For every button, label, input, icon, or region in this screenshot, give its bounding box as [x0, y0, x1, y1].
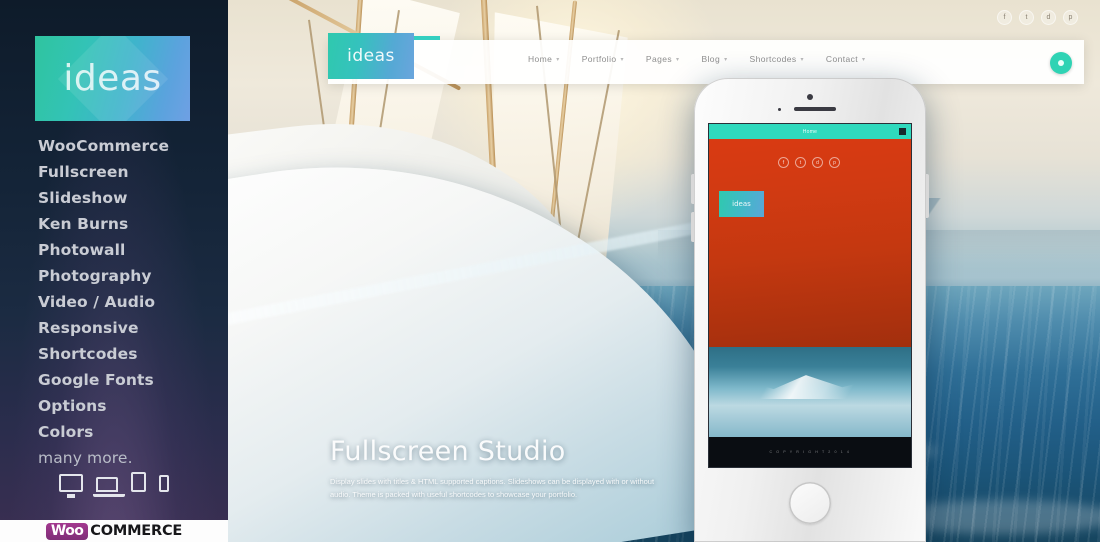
feature-list: WooCommerce Fullscreen Slideshow Ken Bur…	[38, 133, 223, 471]
nav-label: Portfolio	[581, 54, 617, 64]
earpiece-speaker	[794, 107, 836, 111]
pinterest-icon[interactable]: p	[829, 157, 840, 168]
dribbble-icon[interactable]: d	[812, 157, 823, 168]
theme-preview-scene: f t d p ideas Home ▾ Portfolio ▾ Pages ▾	[228, 0, 1100, 542]
twitter-icon[interactable]: t	[795, 157, 806, 168]
phone-icon	[159, 475, 169, 492]
search-icon	[1058, 60, 1064, 66]
hero-title: Fullscreen Studio	[330, 436, 566, 467]
feature-item: Google Fonts	[38, 371, 154, 390]
nav-item-pages[interactable]: Pages ▾	[646, 54, 680, 64]
mobile-topbar: Home	[709, 124, 911, 139]
nav-label: Home	[528, 54, 553, 64]
laptop-icon	[93, 477, 125, 497]
home-button[interactable]	[789, 482, 831, 524]
chevron-down-icon: ▾	[676, 56, 680, 63]
chevron-down-icon: ▾	[620, 56, 624, 63]
feature-item: Colors	[38, 423, 94, 442]
front-camera-icon	[807, 94, 813, 100]
chevron-down-icon: ▾	[724, 56, 728, 63]
nav-item-blog[interactable]: Blog ▾	[701, 54, 727, 64]
feature-item: Slideshow	[38, 189, 128, 208]
nav-logo[interactable]: ideas	[328, 33, 414, 79]
twitter-icon[interactable]: t	[1019, 10, 1034, 25]
feature-item: Video / Audio	[38, 293, 156, 312]
mobile-social-row: f t d p	[778, 157, 840, 168]
nav-item-portfolio[interactable]: Portfolio ▾	[582, 54, 624, 64]
chevron-down-icon: ▾	[800, 56, 804, 63]
nav-logo-text: ideas	[347, 46, 395, 66]
woocommerce-badge: Woo	[45, 522, 89, 540]
volume-down-button[interactable]	[691, 212, 694, 242]
mobile-footer: C O P Y R I G H T 2 0 1 4	[709, 437, 911, 467]
feature-item: Ken Burns	[38, 215, 129, 234]
hero-body: Display slides with titles & HTML suppor…	[330, 477, 655, 500]
feature-item: Options	[38, 397, 107, 416]
nav-label: Shortcodes	[749, 54, 797, 64]
search-toggle-button[interactable]	[1050, 52, 1072, 74]
hamburger-icon[interactable]	[899, 128, 906, 135]
feature-item: WooCommerce	[38, 137, 170, 155]
nav-label: Blog	[701, 54, 721, 64]
hero-caption: Fullscreen Studio Display slides with ti…	[330, 438, 730, 501]
device-icon-row	[0, 472, 228, 498]
facebook-icon[interactable]: f	[997, 10, 1012, 25]
nav-item-shortcodes[interactable]: Shortcodes ▾	[750, 54, 804, 64]
nav-item-contact[interactable]: Contact ▾	[826, 54, 866, 64]
woocommerce-text: COMMERCE	[90, 523, 183, 539]
mobile-logo-text: ideas	[732, 200, 751, 208]
sidebar: ideas WooCommerce Fullscreen Slideshow K…	[0, 0, 228, 542]
brand-logo-text: ideas	[63, 58, 162, 99]
mobile-topbar-title: Home	[802, 128, 818, 135]
nav-menu: Home ▾ Portfolio ▾ Pages ▾ Blog ▾ Shortc…	[528, 54, 865, 64]
feature-item: Shortcodes	[38, 345, 138, 364]
screenshot-root: f t d p ideas Home ▾ Portfolio ▾ Pages ▾	[0, 0, 1100, 542]
mobile-hero-slide: f t d p ideas	[709, 139, 911, 347]
woocommerce-logo: Woo COMMERCE	[0, 520, 228, 542]
feature-item: Responsive	[38, 319, 139, 338]
chevron-down-icon: ▾	[556, 56, 560, 63]
feature-item: Photowall	[38, 241, 126, 260]
social-icon-row: f t d p	[997, 10, 1078, 25]
dribbble-icon[interactable]: d	[1041, 10, 1056, 25]
front-sensor	[778, 108, 781, 111]
sim-tray	[926, 174, 929, 218]
pinterest-icon[interactable]: p	[1063, 10, 1078, 25]
nav-label: Pages	[645, 54, 673, 64]
facebook-icon[interactable]: f	[778, 157, 789, 168]
tablet-icon	[131, 472, 146, 492]
nav-label: Contact	[825, 54, 859, 64]
chevron-down-icon: ▾	[862, 56, 866, 63]
feature-item: Fullscreen	[38, 163, 129, 182]
feature-item: many more.	[38, 449, 133, 468]
brand-logo: ideas	[35, 36, 190, 121]
phone-screen: Home f t d p ideas Mobil	[708, 123, 912, 468]
feature-item: Photography	[38, 267, 152, 286]
mobile-logo[interactable]: ideas	[719, 191, 764, 217]
iphone-mockup: Home f t d p ideas Mobil	[691, 78, 929, 542]
desktop-icon	[59, 474, 83, 498]
volume-up-button[interactable]	[691, 174, 694, 204]
mobile-footer-text: C O P Y R I G H T 2 0 1 4	[769, 450, 851, 454]
nav-item-home[interactable]: Home ▾	[528, 54, 560, 64]
